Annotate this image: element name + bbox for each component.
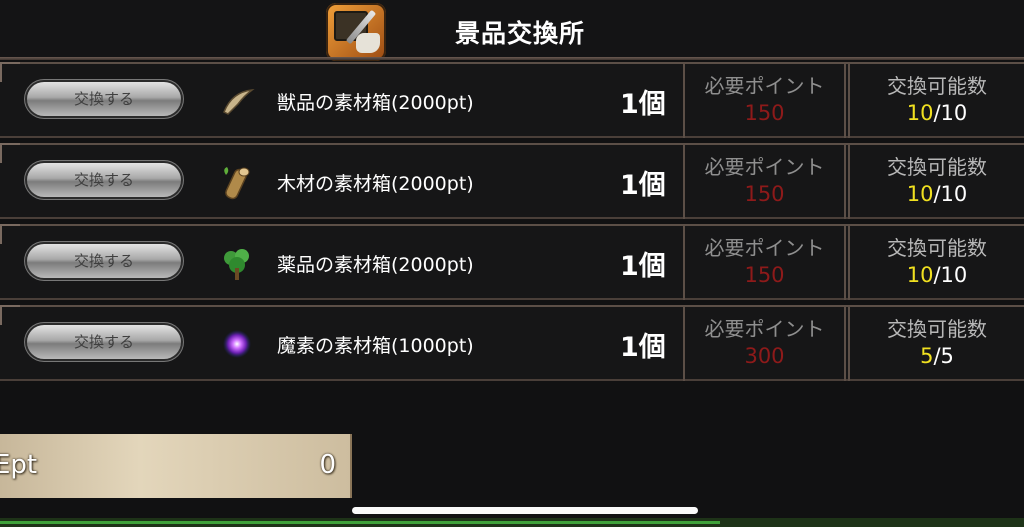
page-title: 景品交換所 xyxy=(455,19,586,48)
list-item: 交換する 木材の素材箱(2000pt) 1個 必要ポイント 150 交換可能数 … xyxy=(0,143,1024,219)
exchangeable-count-panel: 交換可能数 10/10 xyxy=(848,62,1024,138)
required-points-panel: 必要ポイント 150 xyxy=(683,62,846,138)
exchangeable-count-label: 交換可能数 xyxy=(887,74,987,98)
exchange-button[interactable]: 交換する xyxy=(27,244,181,278)
required-points-value: 300 xyxy=(744,344,785,368)
item-quantity: 1個 xyxy=(620,251,666,282)
exchangeable-count-panel: 交換可能数 10/10 xyxy=(848,224,1024,300)
item-name: 木材の素材箱(2000pt) xyxy=(277,173,474,195)
exchange-button[interactable]: 交換する xyxy=(27,325,181,359)
points-balance-box: Ept 0 xyxy=(0,434,352,498)
exchangeable-count-value: 10/10 xyxy=(906,182,968,206)
exchangeable-count-label: 交換可能数 xyxy=(887,317,987,341)
item-quantity: 1個 xyxy=(620,170,666,201)
bottom-progress-bar xyxy=(0,518,1024,527)
exchange-button[interactable]: 交換する xyxy=(27,163,181,197)
item-name: 獣品の素材箱(2000pt) xyxy=(277,92,474,114)
fang-icon xyxy=(223,88,255,115)
required-points-value: 150 xyxy=(744,182,785,206)
exchangeable-count-value: 10/10 xyxy=(906,263,968,287)
required-points-label: 必要ポイント xyxy=(704,155,825,179)
points-value: 0 xyxy=(319,450,336,480)
required-points-value: 150 xyxy=(744,263,785,287)
exchangeable-count-panel: 交換可能数 5/5 xyxy=(848,305,1024,381)
required-points-panel: 必要ポイント 300 xyxy=(683,305,846,381)
points-label: Ept xyxy=(0,450,38,480)
header-divider xyxy=(0,57,1024,60)
list-item: 交換する 薬品の素材箱(2000pt) 1個 必要ポイント 150 交換可能数 … xyxy=(0,224,1024,300)
item-name: 薬品の素材箱(2000pt) xyxy=(277,254,474,276)
exchangeable-count-value: 10/10 xyxy=(906,101,968,125)
exchangeable-count-label: 交換可能数 xyxy=(887,236,987,260)
log-icon xyxy=(224,167,250,200)
item-quantity: 1個 xyxy=(620,332,666,363)
exchange-button[interactable]: 交換する xyxy=(27,82,181,116)
magic-orb-icon xyxy=(223,330,251,358)
exchangeable-count-label: 交換可能数 xyxy=(887,155,987,179)
required-points-panel: 必要ポイント 150 xyxy=(683,143,846,219)
exchangeable-count-value: 5/5 xyxy=(920,344,954,368)
item-quantity: 1個 xyxy=(620,89,666,120)
list-item: 交換する 魔素の素材箱(1000pt) 1個 必要ポイント 300 交換可能数 … xyxy=(0,305,1024,381)
required-points-label: 必要ポイント xyxy=(704,236,825,260)
home-indicator[interactable] xyxy=(352,507,698,514)
exchangeable-count-panel: 交換可能数 10/10 xyxy=(848,143,1024,219)
herb-icon xyxy=(224,249,249,280)
required-points-label: 必要ポイント xyxy=(704,317,825,341)
shop-exchange-icon xyxy=(326,3,386,61)
required-points-label: 必要ポイント xyxy=(704,74,825,98)
item-name: 魔素の素材箱(1000pt) xyxy=(277,335,474,357)
required-points-value: 150 xyxy=(744,101,785,125)
list-item: 交換する 獣品の素材箱(2000pt) 1個 必要ポイント 150 交換可能数 … xyxy=(0,62,1024,138)
required-points-panel: 必要ポイント 150 xyxy=(683,224,846,300)
